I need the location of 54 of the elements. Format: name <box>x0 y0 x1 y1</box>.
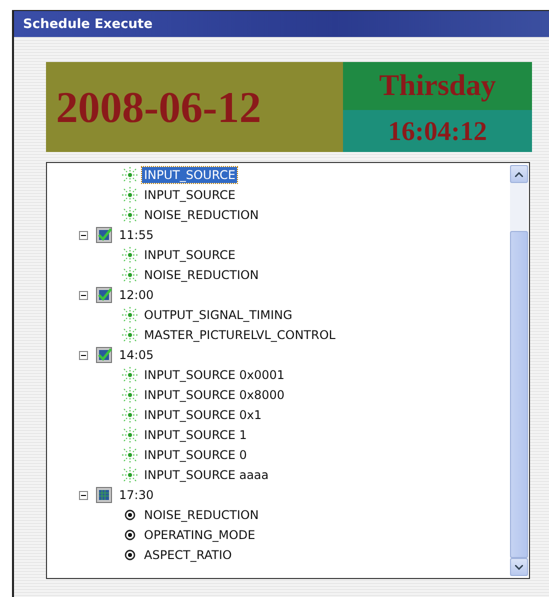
scroll-up-button[interactable] <box>510 165 528 183</box>
checkbox[interactable] <box>96 487 112 503</box>
tree-item[interactable]: NOISE_REDUCTION <box>142 267 261 283</box>
sparkle-icon <box>122 407 138 423</box>
tree-item[interactable]: INPUT_SOURCE 1 <box>142 427 249 443</box>
sparkle-icon <box>122 167 138 183</box>
down-caret-icon <box>515 564 523 570</box>
tree-item[interactable]: NOISE_REDUCTION <box>142 207 261 223</box>
tree-item[interactable]: INPUT_SOURCE <box>142 247 238 263</box>
sparkle-icon <box>122 187 138 203</box>
radio-dot-icon <box>122 547 138 563</box>
tree-item[interactable]: NOISE_REDUCTION <box>142 507 261 523</box>
sparkle-icon <box>122 367 138 383</box>
scroll-down-button[interactable] <box>510 558 528 576</box>
sparkle-icon <box>122 467 138 483</box>
scrollbar[interactable] <box>510 165 528 576</box>
tree-item[interactable]: INPUT_SOURCE 0x0001 <box>142 367 287 383</box>
schedule-time[interactable]: 11:55 <box>117 227 156 243</box>
radio-dot-icon <box>122 507 138 523</box>
scroll-thumb[interactable] <box>510 231 528 558</box>
sparkle-icon <box>122 427 138 443</box>
tree-item[interactable]: OUTPUT_SIGNAL_TIMING <box>142 307 294 323</box>
sparkle-icon <box>122 267 138 283</box>
collapse-toggle[interactable] <box>79 350 88 360</box>
time-display: 16:04:12 <box>343 110 532 152</box>
tree-item[interactable]: INPUT_SOURCE 0x8000 <box>142 387 287 403</box>
window-title: Schedule Execute <box>14 11 549 37</box>
tree-item[interactable]: INPUT_SOURCE <box>142 187 238 203</box>
tree-item[interactable]: INPUT_SOURCE 0 <box>142 447 249 463</box>
collapse-toggle[interactable] <box>79 490 88 500</box>
tree-item[interactable]: INPUT_SOURCE 0x1 <box>142 407 264 423</box>
sparkle-icon <box>122 207 138 223</box>
schedule-time[interactable]: 12:00 <box>117 287 156 303</box>
date-display: 2008-06-12 <box>46 62 343 152</box>
checkbox[interactable] <box>96 287 112 303</box>
up-caret-icon <box>515 172 523 176</box>
sparkle-icon <box>122 247 138 263</box>
schedule-time[interactable]: 17:30 <box>117 487 156 503</box>
collapse-toggle[interactable] <box>79 230 88 240</box>
weekday-display: Thirsday <box>343 62 532 110</box>
sparkle-icon <box>122 447 138 463</box>
sparkle-icon <box>122 387 138 403</box>
checkbox[interactable] <box>96 227 112 243</box>
tree-item[interactable]: ASPECT_RATIO <box>142 547 234 563</box>
tree-item[interactable]: INPUT_SOURCE <box>142 167 238 183</box>
radio-dot-icon <box>122 527 138 543</box>
tree-item[interactable]: MASTER_PICTURELVL_CONTROL <box>142 327 338 343</box>
collapse-toggle[interactable] <box>79 290 88 300</box>
schedule-time[interactable]: 14:05 <box>117 347 156 363</box>
sparkle-icon <box>122 307 138 323</box>
checkbox[interactable] <box>96 347 112 363</box>
sparkle-icon <box>122 327 138 343</box>
tree-item[interactable]: OPERATING_MODE <box>142 527 258 543</box>
tree-item[interactable]: INPUT_SOURCE aaaa <box>142 467 271 483</box>
